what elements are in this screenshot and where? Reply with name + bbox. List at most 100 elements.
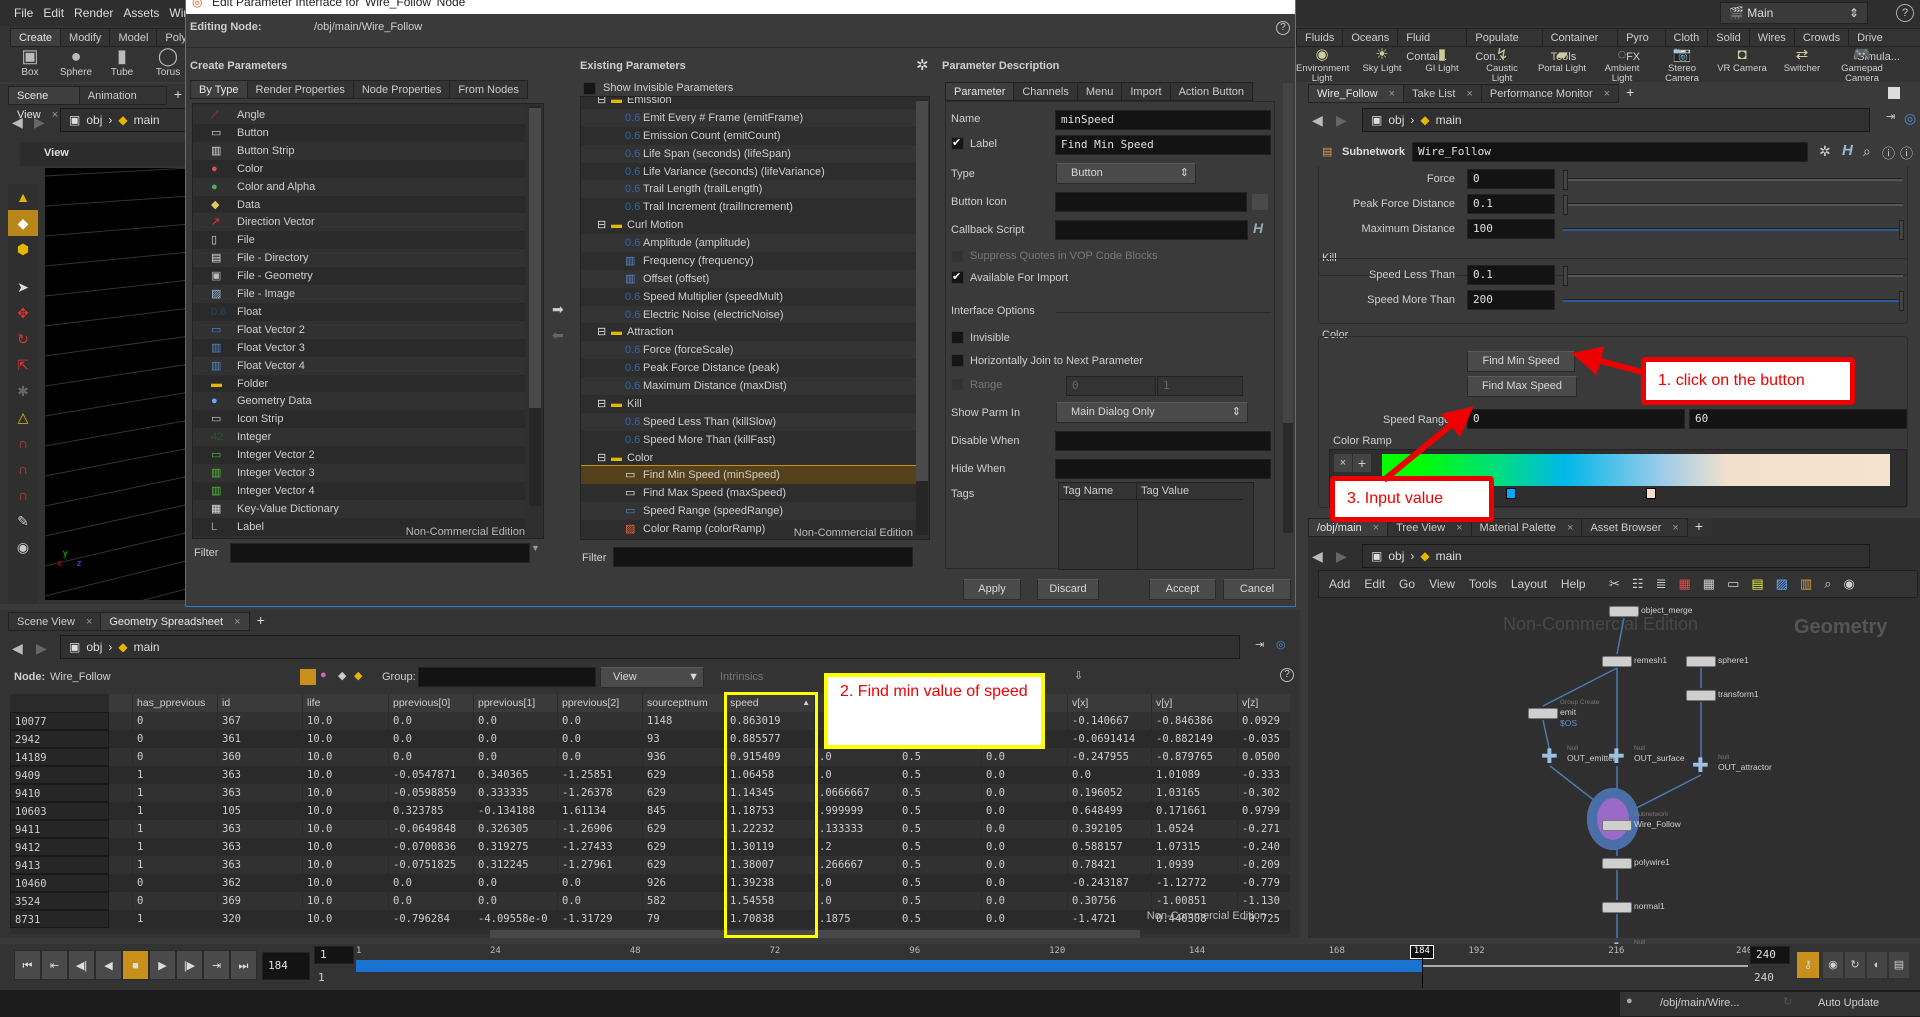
refresh-icon[interactable]: ↻ [1783, 995, 1792, 1008]
row-index[interactable]: 14189 [10, 748, 109, 766]
add-key-icon[interactable]: + [1353, 454, 1371, 472]
step-back-key-icon[interactable]: ⇤ [41, 950, 68, 980]
step-back-icon[interactable]: ◀| [68, 950, 95, 980]
column-header-life[interactable]: life [303, 694, 389, 712]
cancel-button[interactable]: Cancel [1223, 579, 1291, 600]
column-header[interactable] [10, 694, 109, 712]
current-frame-input[interactable]: 184 [262, 952, 310, 980]
menu-assets[interactable]: Assets [123, 6, 159, 20]
add-tab-button[interactable]: + [249, 612, 273, 631]
tab-populate-con[interactable]: Populate Con... [1466, 28, 1543, 63]
start-frame-input[interactable]: 1 [314, 946, 354, 964]
create-item-file-image[interactable]: ▨ File - Image [193, 285, 525, 303]
help-icon[interactable]: ? [1896, 4, 1914, 22]
create-item-geometry-data[interactable]: ● Geometry Data [193, 392, 525, 411]
parameter-speed-more-than-killfast[interactable]: 0.6 Speed More Than (killFast) [581, 430, 917, 449]
create-list-scrollbar[interactable] [529, 106, 541, 506]
parameter-amplitude-amplitude[interactable]: 0.6 Amplitude (amplitude) [581, 234, 917, 253]
viewport[interactable]: xyz [44, 167, 191, 668]
points-mode-icon[interactable] [300, 669, 316, 685]
column-header-v-x[interactable]: v[x] [1068, 694, 1152, 712]
maximize-icon[interactable] [1888, 87, 1900, 99]
shelf-tool-gamepad-camera[interactable]: 🎮 Gamepad Camera [1836, 46, 1888, 84]
tab-geometry-spreadsheet[interactable]: Geometry Spreadsheet × [100, 612, 250, 631]
folder-emission[interactable]: ⊟ ▬ Emission [581, 97, 917, 109]
param-slider-maximum-distance[interactable] [1563, 220, 1904, 240]
parameter-peak-force-distance-peak[interactable]: 0.6 Peak Force Distance (peak) [581, 359, 917, 378]
snap-icon[interactable]: ∩ [8, 430, 38, 456]
play-reverse-icon[interactable]: ◀ [95, 950, 122, 980]
icon-chooser-button[interactable] [1252, 194, 1268, 210]
folder-attraction[interactable]: ⊟ ▬ Attraction [581, 323, 917, 342]
tab-by-type[interactable]: By Type [190, 80, 248, 99]
tab-take-list[interactable]: Take List × [1403, 84, 1482, 103]
range-min-input[interactable]: 0 [1066, 376, 1156, 396]
create-item-float[interactable]: 0.6 Float [193, 302, 525, 321]
handle-icon[interactable]: △ [8, 404, 38, 430]
search-icon[interactable]: ⌕ [1863, 143, 1871, 160]
column-header-v-z[interactable]: v[z] [1238, 694, 1290, 712]
existing-tree-scrollbar[interactable] [916, 99, 928, 535]
shelf-tool-sky-light[interactable]: ☀ Sky Light [1356, 46, 1408, 84]
script-language-icon[interactable]: H [1253, 220, 1263, 236]
group-input[interactable] [418, 667, 596, 687]
pose-icon[interactable]: ✱ [8, 378, 38, 404]
sheet-path-bar[interactable]: ▣ obj › ◆ main [60, 635, 1240, 659]
create-item-button[interactable]: ▭ Button [193, 123, 525, 142]
param-input-speed-more-than[interactable]: 200 [1467, 290, 1555, 310]
node-polywire1[interactable] [1602, 858, 1632, 869]
parameter-force-forcescale[interactable]: 0.6 Force (forceScale) [581, 341, 917, 360]
tab-oceans[interactable]: Oceans [1342, 28, 1399, 47]
range-checkbox[interactable] [951, 378, 964, 391]
gear-icon[interactable]: ✲ [916, 56, 929, 74]
tab-scene-view[interactable]: Scene View × [8, 612, 102, 631]
update-mode-select[interactable]: Auto Update [1818, 997, 1879, 1009]
tab-pyro-fx[interactable]: Pyro FX [1617, 28, 1666, 63]
collapse-icon[interactable]: ⊟ [597, 323, 606, 341]
show-invisible-checkbox[interactable] [583, 82, 596, 95]
loop-icon[interactable]: ↻ [1845, 952, 1865, 978]
row-index[interactable]: 9412 [10, 838, 109, 856]
create-item-color-and-alpha[interactable]: ● Color and Alpha [193, 177, 525, 196]
remove-key-icon[interactable]: × [1334, 454, 1352, 472]
rotate-icon[interactable]: ↻ [8, 326, 38, 352]
column-header-pprevious-0[interactable]: pprevious[0] [389, 694, 474, 712]
menu-render[interactable]: Render [74, 6, 113, 20]
realtime-icon[interactable]: ◉ [1823, 952, 1843, 978]
range-max-input[interactable]: 1 [1157, 376, 1243, 396]
gear-icon[interactable]: ✲ [1819, 143, 1831, 160]
row-index[interactable]: 9409 [10, 766, 109, 784]
disable-when-input[interactable] [1055, 431, 1271, 451]
create-item-button-strip[interactable]: ▥ Button Strip [193, 141, 525, 160]
parameter-find-min-speed-minspeed[interactable]: ▭ Find Min Speed (minSpeed) [581, 465, 918, 486]
close-icon[interactable]: × [83, 616, 92, 628]
column-header-pprevious-2[interactable]: pprevious[2] [558, 694, 643, 712]
row-index[interactable]: 9413 [10, 856, 109, 874]
available-for-import-checkbox[interactable]: ✔ [951, 271, 964, 284]
create-item-angle[interactable]: ⟋ Angle [193, 106, 525, 124]
create-item-file-directory[interactable]: ▤ File - Directory [193, 249, 525, 268]
pin-icon[interactable]: ⇥ [1255, 638, 1264, 651]
magnet2-icon[interactable]: ∩ [8, 482, 38, 508]
node-out-emitter[interactable]: ✚ [1541, 747, 1561, 768]
param-path-bar[interactable]: ▣ obj › ◆ main [1362, 108, 1870, 132]
detail-mode-icon[interactable]: ◆ [354, 669, 362, 682]
forward-icon[interactable]: ▶ [1336, 112, 1347, 129]
create-item-file-geometry[interactable]: ▣ File - Geometry [193, 267, 525, 286]
jump-start-icon[interactable]: ⏮ [14, 950, 41, 980]
node-object-merge[interactable] [1609, 606, 1639, 617]
find-min-speed-button[interactable]: Find Min Speed [1467, 351, 1575, 372]
close-icon[interactable]: × [1463, 88, 1472, 100]
shelf-tool-ambient-light[interactable]: ◌ Ambient Light [1596, 46, 1648, 84]
create-item-integer-vector-4[interactable]: ▥ Integer Vector 4 [193, 481, 525, 500]
join-next-checkbox[interactable] [951, 354, 964, 367]
tab-node-properties[interactable]: Node Properties [352, 80, 451, 99]
scale-icon[interactable]: ⇱ [8, 352, 38, 378]
menu-file[interactable]: File [14, 6, 33, 20]
parameter-offset-offset[interactable]: ▥ Offset (offset) [581, 269, 917, 288]
move-icon[interactable]: ✥ [8, 300, 38, 326]
shelf-tool-vr-camera[interactable]: ◘ VR Camera [1716, 46, 1768, 84]
speed-range-max-input[interactable]: 60 [1689, 409, 1907, 429]
parameter-trail-increment-trailincrement[interactable]: 0.6 Trail Increment (trailIncrement) [581, 198, 917, 217]
row-index[interactable]: 8731 [10, 910, 109, 928]
